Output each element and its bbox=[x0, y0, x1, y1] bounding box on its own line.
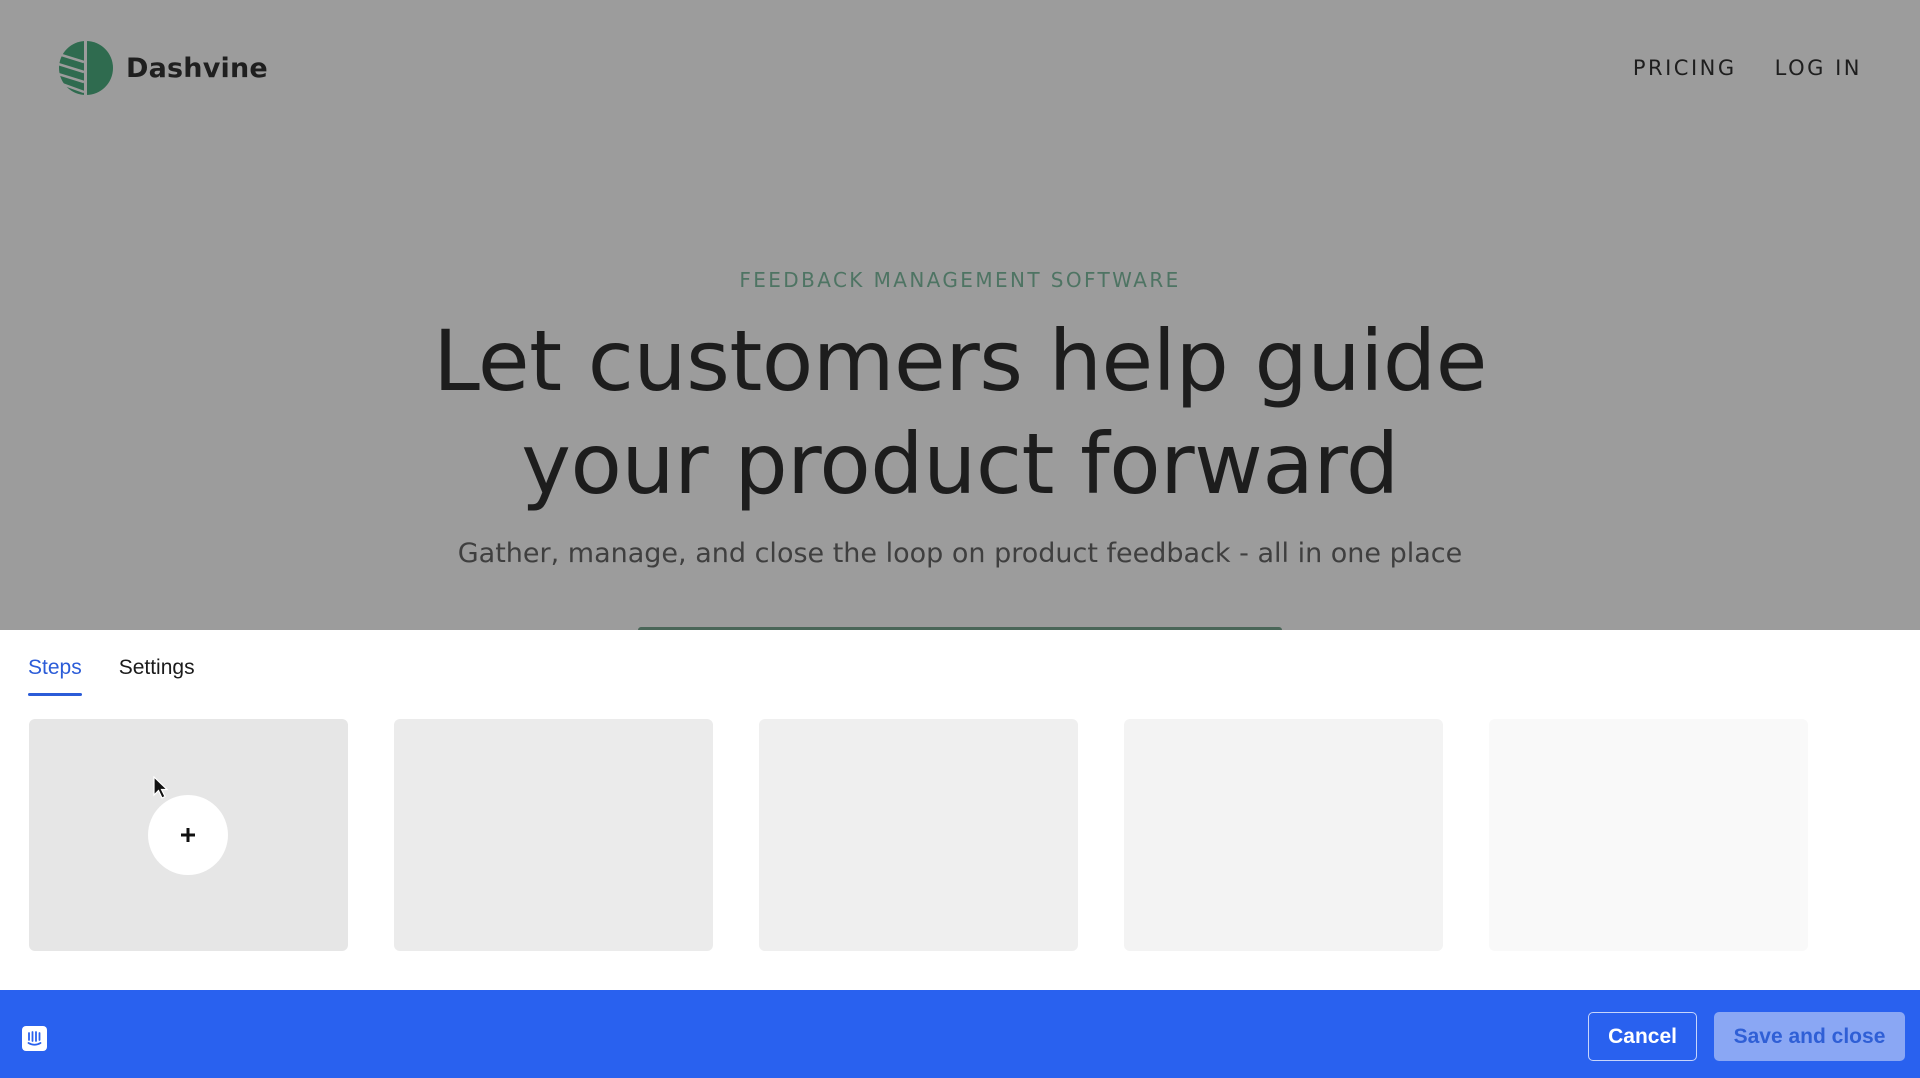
hero-eyebrow: FEEDBACK MANAGEMENT SOFTWARE bbox=[739, 268, 1181, 292]
website-background: Dashvine PRICING LOG IN FEEDBACK MANAGEM… bbox=[0, 0, 1920, 633]
hero-subhead: Gather, manage, and close the loop on pr… bbox=[457, 538, 1463, 569]
dashvine-logo-icon bbox=[58, 40, 113, 96]
plus-icon bbox=[181, 828, 195, 842]
step-placeholder-card bbox=[1124, 719, 1443, 951]
brand[interactable]: Dashvine bbox=[58, 40, 268, 96]
hero-headline-line1: Let customers help guide bbox=[433, 312, 1487, 410]
intercom-glyph-icon bbox=[27, 1031, 42, 1046]
add-step-button[interactable] bbox=[148, 795, 228, 875]
add-step-card[interactable] bbox=[29, 719, 348, 951]
site-navbar: Dashvine PRICING LOG IN bbox=[58, 40, 1862, 96]
steps-list bbox=[29, 719, 1808, 951]
step-placeholder-card bbox=[1489, 719, 1808, 951]
nav-links: PRICING LOG IN bbox=[1633, 56, 1862, 80]
builder-tabs: Steps Settings bbox=[28, 656, 195, 696]
mouse-cursor-icon bbox=[153, 776, 169, 799]
tab-steps[interactable]: Steps bbox=[28, 656, 82, 696]
hero-headline-line2: your product forward bbox=[521, 415, 1399, 513]
tour-builder-panel: Steps Settings bbox=[0, 630, 1920, 990]
nav-pricing-link[interactable]: PRICING bbox=[1633, 56, 1737, 80]
intercom-icon[interactable] bbox=[22, 1026, 47, 1051]
footer-actions: Cancel Save and close bbox=[1588, 1012, 1905, 1061]
save-and-close-button[interactable]: Save and close bbox=[1714, 1012, 1905, 1061]
cancel-button[interactable]: Cancel bbox=[1588, 1012, 1697, 1061]
step-placeholder-card bbox=[759, 719, 1078, 951]
nav-login-link[interactable]: LOG IN bbox=[1775, 56, 1862, 80]
builder-footer: Cancel Save and close bbox=[0, 990, 1920, 1078]
tab-settings[interactable]: Settings bbox=[119, 656, 195, 696]
hero-headline: Let customers help guide your product fo… bbox=[0, 310, 1920, 516]
step-placeholder-card bbox=[394, 719, 713, 951]
brand-name: Dashvine bbox=[126, 52, 268, 84]
